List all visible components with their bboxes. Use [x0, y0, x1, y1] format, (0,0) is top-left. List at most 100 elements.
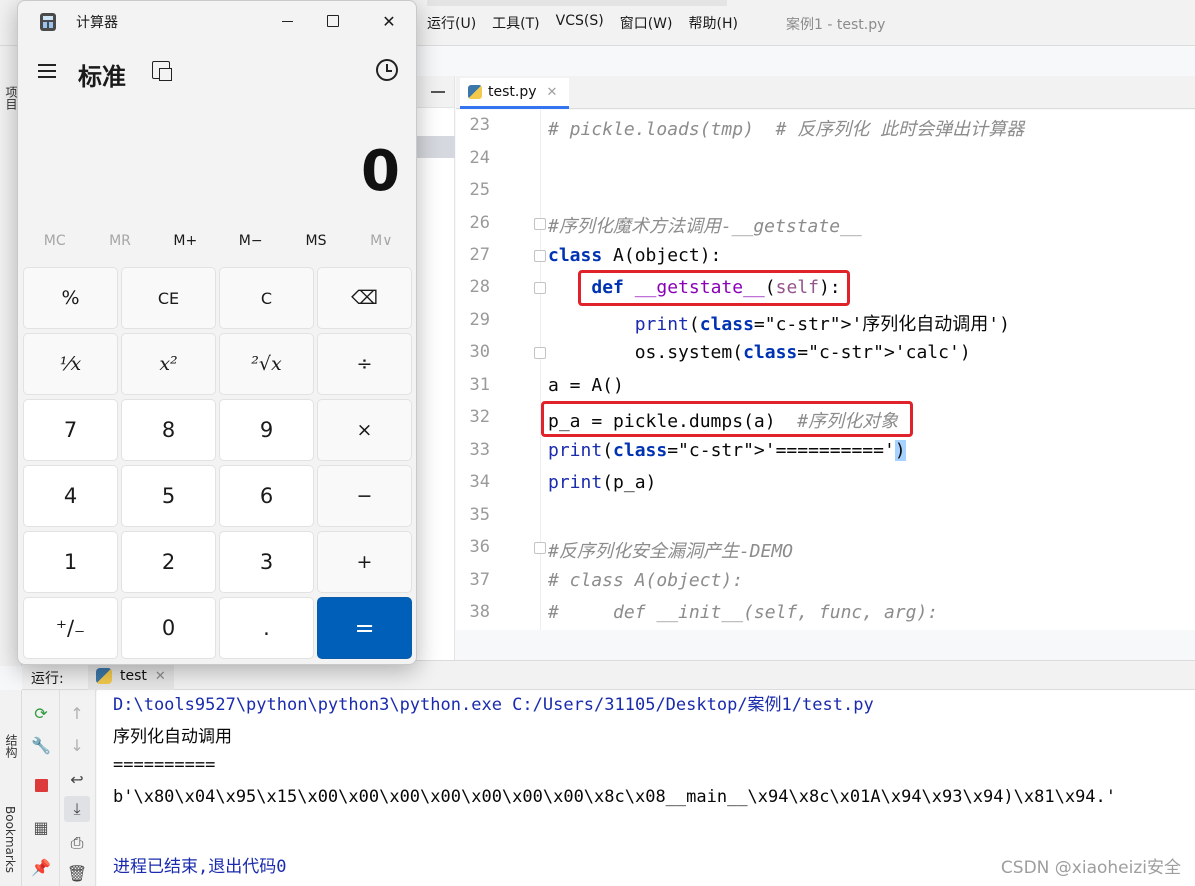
code-line: # pickle.loads(tmp) # 反序列化 此时会弹出计算器: [548, 119, 1025, 140]
equals-button[interactable]: =: [317, 597, 412, 659]
memory-list-button[interactable]: M∨: [349, 233, 414, 249]
line-number: 31: [469, 375, 490, 395]
line-number: 26: [469, 213, 490, 233]
memory-store-button[interactable]: MS: [283, 233, 348, 249]
menu-run[interactable]: 运行(U): [427, 13, 476, 33]
tab-test-py[interactable]: test.py ✕: [460, 78, 570, 109]
hamburger-menu-icon[interactable]: [38, 63, 56, 79]
code-line: #序列化魔术方法调用-__getstate__: [548, 216, 862, 237]
menu-help[interactable]: 帮助(H): [689, 13, 738, 33]
close-run-tab-icon[interactable]: ✕: [155, 669, 166, 684]
square-button[interactable]: x²: [121, 333, 216, 395]
fold-marker-icon[interactable]: [534, 250, 546, 262]
bookmarks-tool-button[interactable]: Bookmarks: [3, 806, 17, 873]
line-number: 38: [469, 602, 490, 622]
menu-tools[interactable]: 工具(T): [492, 13, 539, 33]
code-line: os.system(class="c-str">'calc'): [548, 342, 971, 363]
minimize-button[interactable]: [264, 5, 310, 37]
line-number: 37: [469, 570, 490, 590]
reciprocal-button[interactable]: ⅟x: [23, 333, 118, 395]
divide-button[interactable]: ÷: [317, 333, 412, 395]
digit-9-button[interactable]: 9: [219, 399, 314, 461]
run-tab-test[interactable]: test ✕: [88, 661, 174, 691]
scroll-to-end-icon[interactable]: ⤓: [64, 796, 90, 822]
line-number: 36: [469, 537, 490, 557]
line-number: 25: [469, 180, 490, 200]
wrench-icon[interactable]: 🔧: [28, 732, 54, 758]
memory-recall-button[interactable]: MR: [87, 233, 152, 249]
digit-7-button[interactable]: 7: [23, 399, 118, 461]
highlight-box-getstate: [578, 270, 850, 306]
line-number: 35: [469, 505, 490, 525]
project-selected-row[interactable]: [415, 136, 455, 158]
digit-6-button[interactable]: 6: [219, 465, 314, 527]
keep-on-top-icon[interactable]: [152, 61, 172, 81]
fold-marker-icon[interactable]: [534, 542, 546, 554]
print-icon[interactable]: ⎙: [64, 830, 90, 856]
run-console[interactable]: D:\tools9527\python\python3\python.exe C…: [97, 690, 1195, 886]
console-line: D:\tools9527\python\python3\python.exe C…: [113, 695, 874, 715]
project-panel: [415, 76, 455, 660]
structure-tool-button[interactable]: 结构: [3, 734, 20, 758]
scroll-up-icon[interactable]: ↑: [64, 700, 90, 726]
percent-button[interactable]: %: [23, 267, 118, 329]
fold-marker-icon[interactable]: [534, 218, 546, 230]
digit-4-button[interactable]: 4: [23, 465, 118, 527]
clear-button[interactable]: C: [219, 267, 314, 329]
history-icon[interactable]: [376, 59, 398, 81]
fold-marker-icon[interactable]: [534, 347, 546, 359]
square-root-button[interactable]: ²√x: [219, 333, 314, 395]
scroll-down-icon[interactable]: ↓: [64, 732, 90, 758]
code-line: # class A(object):: [548, 570, 744, 591]
digit-3-button[interactable]: 3: [219, 531, 314, 593]
pin-icon[interactable]: 📌: [28, 854, 54, 880]
python-file-icon: [468, 85, 482, 99]
fold-marker-icon[interactable]: [534, 282, 546, 294]
calculator-titlebar[interactable]: 计算器 ✕: [18, 1, 416, 41]
memory-subtract-button[interactable]: M−: [218, 233, 283, 249]
calculator-window: 计算器 ✕ 标准 0 MC MR M+ M− MS M∨ % CE C ⌫ ⅟x…: [17, 0, 417, 665]
close-button[interactable]: ✕: [366, 5, 412, 37]
digit-0-button[interactable]: 0: [121, 597, 216, 659]
tab-label: test.py: [488, 84, 537, 100]
code-line: print(p_a): [548, 472, 657, 493]
calculator-title: 计算器: [76, 15, 118, 31]
calculator-app-icon: [40, 13, 56, 31]
digit-8-button[interactable]: 8: [121, 399, 216, 461]
digit-2-button[interactable]: 2: [121, 531, 216, 593]
bottom-left-strip: 结构 Bookmarks: [0, 690, 22, 886]
negate-button[interactable]: ⁺∕₋: [23, 597, 118, 659]
multiply-button[interactable]: ×: [317, 399, 412, 461]
maximize-button[interactable]: [310, 5, 356, 37]
collapse-icon[interactable]: [431, 91, 445, 93]
digit-1-button[interactable]: 1: [23, 531, 118, 593]
memory-add-button[interactable]: M+: [153, 233, 218, 249]
close-tab-icon[interactable]: ✕: [547, 85, 558, 100]
trash-icon[interactable]: 🗑: [64, 860, 90, 886]
line-number: 29: [469, 310, 490, 330]
layout-icon[interactable]: ▦: [28, 814, 54, 840]
console-line: ==========: [113, 755, 216, 775]
menu-window[interactable]: 窗口(W): [620, 13, 673, 33]
code-line: class A(object):: [548, 245, 722, 266]
editor-tabbar: test.py ✕: [456, 76, 1195, 109]
memory-clear-button[interactable]: MC: [22, 233, 87, 249]
stop-icon[interactable]: [28, 772, 54, 798]
code-line: print(class="c-str">'序列化自动调用'): [634, 314, 1010, 335]
project-panel-header: [415, 76, 454, 108]
soft-wrap-icon[interactable]: ↩: [64, 766, 90, 792]
line-number: 27: [469, 245, 490, 265]
digit-5-button[interactable]: 5: [121, 465, 216, 527]
window-title: 案例1 - test.py: [786, 17, 886, 33]
console-line: b'\x80\x04\x95\x15\x00\x00\x00\x00\x00\x…: [113, 787, 1117, 807]
console-exit-line: 进程已结束,退出代码0: [113, 857, 287, 877]
menu-vcs[interactable]: VCS(S): [556, 13, 604, 33]
line-number: 28: [469, 277, 490, 297]
backspace-button[interactable]: ⌫: [317, 267, 412, 329]
plus-button[interactable]: +: [317, 531, 412, 593]
console-line: 序列化自动调用: [113, 727, 232, 747]
rerun-icon[interactable]: ⟳: [28, 700, 54, 726]
decimal-button[interactable]: .: [219, 597, 314, 659]
clear-entry-button[interactable]: CE: [121, 267, 216, 329]
minus-button[interactable]: −: [317, 465, 412, 527]
